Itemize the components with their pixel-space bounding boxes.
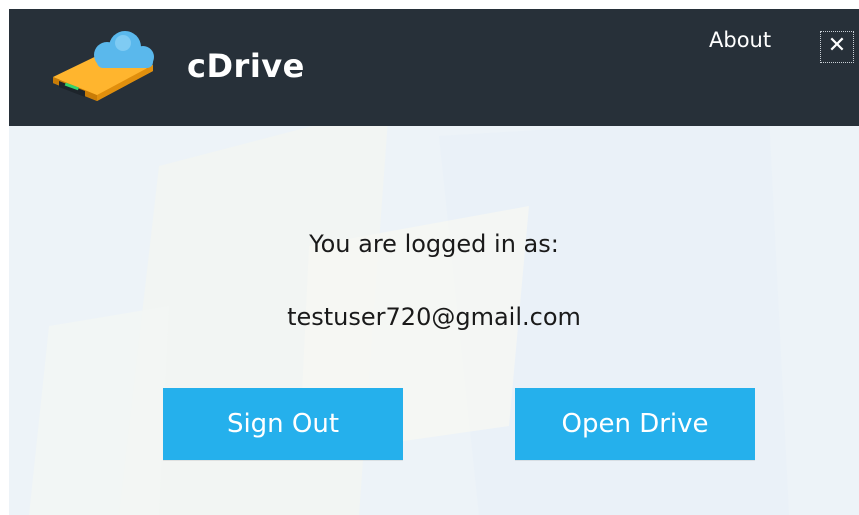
- cloud-drive-icon: [53, 31, 154, 101]
- close-icon: ✕: [827, 33, 847, 58]
- open-drive-button[interactable]: Open Drive: [515, 388, 755, 460]
- title-bar: cDrive About ✕: [9, 9, 859, 126]
- sign-out-button[interactable]: Sign Out: [163, 388, 403, 460]
- close-button[interactable]: ✕: [820, 31, 854, 63]
- about-link[interactable]: About: [709, 30, 771, 51]
- login-status-label: You are logged in as:: [309, 230, 559, 258]
- main-content: You are logged in as: testuser720@gmail.…: [9, 126, 859, 515]
- cdrive-window: cDrive About ✕ You are logged in as: tes…: [9, 9, 859, 515]
- user-email: testuser720@gmail.com: [287, 303, 581, 331]
- app-title: cDrive: [187, 47, 305, 85]
